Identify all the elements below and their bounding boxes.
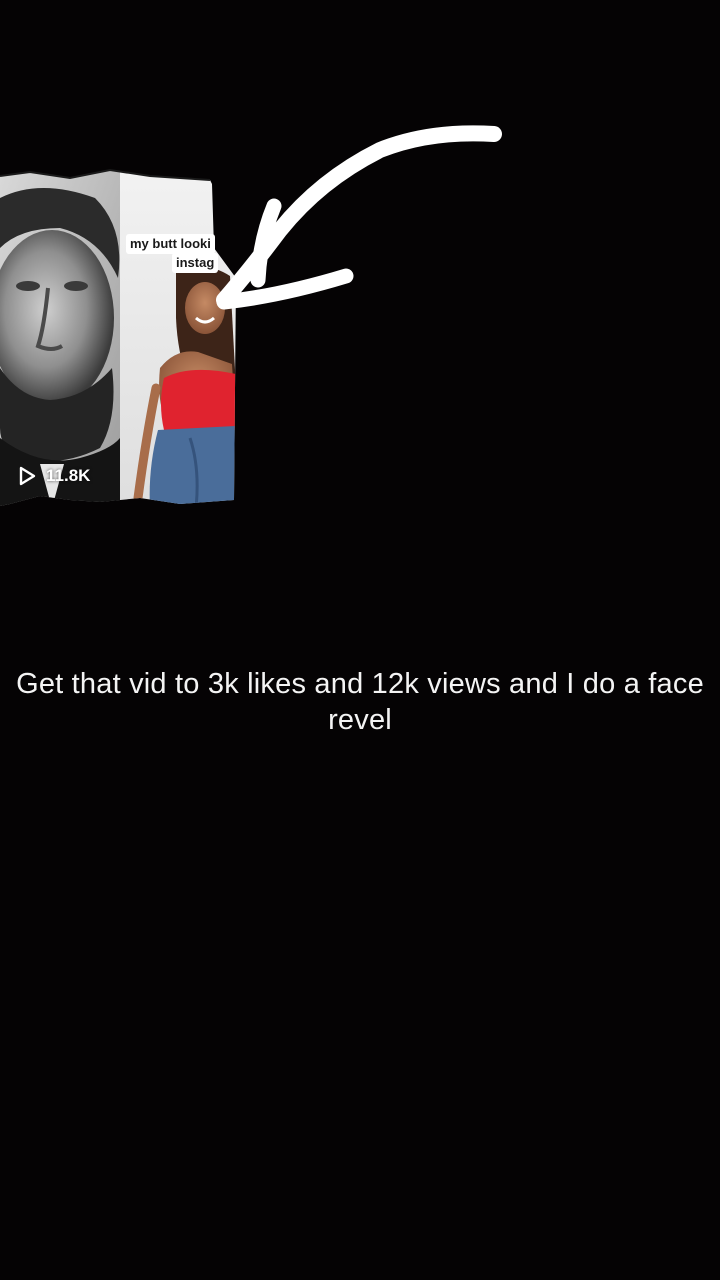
play-icon — [18, 466, 36, 486]
view-count: 11.8K — [18, 466, 90, 486]
thumbnail-caption-clip: my butt looki instag — [0, 168, 222, 288]
story-screen: my butt looki instag 11.8K Get that vid … — [0, 0, 720, 1280]
story-message: Get that vid to 3k likes and 12k views a… — [16, 668, 704, 736]
hand-drawn-arrow-icon — [200, 110, 510, 325]
view-count-value: 11.8K — [46, 466, 91, 485]
